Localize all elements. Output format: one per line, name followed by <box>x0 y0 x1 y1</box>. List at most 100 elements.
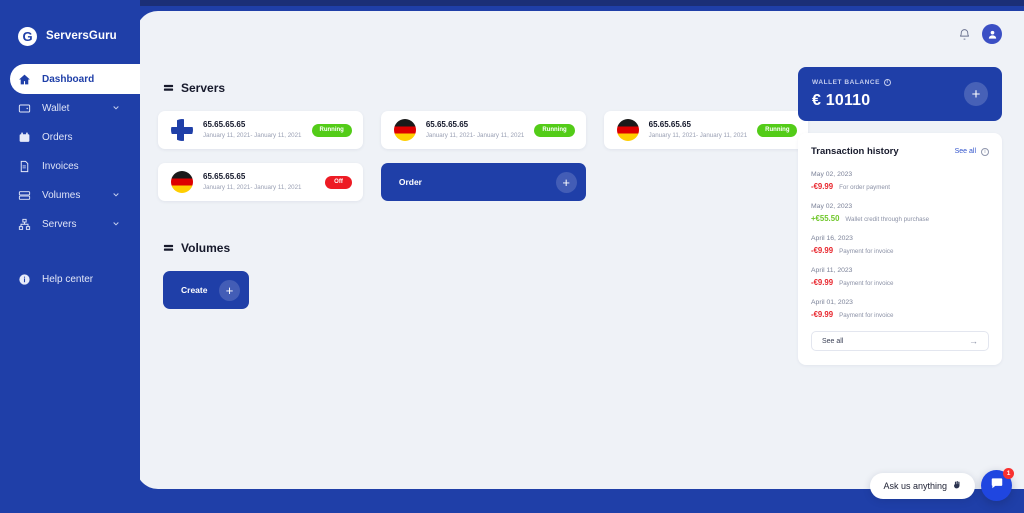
sidebar-item-servers[interactable]: Servers <box>0 210 140 239</box>
flag-germany-icon <box>393 119 416 141</box>
panel-header <box>136 11 1024 57</box>
chat-bubble-icon <box>990 476 1004 495</box>
transaction-item: April 11, 2023 -€9.99 Payment for invoic… <box>811 267 989 287</box>
chat-fab-button[interactable]: 1 <box>981 468 1014 501</box>
transaction-row: -€9.99 Payment for invoice <box>811 278 989 287</box>
wallet-balance-label: WALLET BALANCE <box>812 79 880 86</box>
server-card-text: 65.65.65.65 January 11, 2021- January 11… <box>426 120 525 140</box>
info-icon[interactable]: i <box>884 79 891 86</box>
chevron-down-icon[interactable] <box>112 190 120 201</box>
status-badge: Running <box>311 123 352 137</box>
plus-icon: + <box>219 279 240 301</box>
home-icon <box>18 73 36 86</box>
server-card[interactable]: 65.65.65.65 January 11, 2021- January 11… <box>158 163 363 201</box>
transaction-date: April 16, 2023 <box>811 235 853 242</box>
create-button-wrap: Create + <box>163 271 249 309</box>
sidebar-item-wallet[interactable]: Wallet <box>0 94 140 123</box>
sidebar-item-dashboard[interactable]: Dashboard <box>10 64 140 94</box>
section-label: Servers <box>181 81 226 95</box>
panel-content: Servers 65.65.65.65 January 11, 2021- Ja… <box>136 57 1024 365</box>
sidebar-nav: Dashboard Wallet Orders Invoices Volumes… <box>0 64 140 294</box>
info-icon <box>18 273 36 286</box>
brand-name: ServersGuru <box>46 30 117 42</box>
sidebar-item-volumes[interactable]: Volumes <box>0 181 140 210</box>
transaction-description: Wallet credit through purchase <box>845 216 930 223</box>
flag-germany-icon <box>171 171 193 193</box>
transaction-amount: -€9.99 <box>811 246 834 255</box>
server-ip: 65.65.65.65 <box>203 119 246 129</box>
transaction-description: Payment for invoice <box>839 280 894 287</box>
plus-icon: + <box>555 171 577 193</box>
sidebar: G ServersGuru Dashboard Wallet Orders In… <box>0 0 140 513</box>
user-avatar-icon[interactable] <box>982 24 1002 44</box>
transaction-row: -€9.99 Payment for invoice <box>811 246 989 255</box>
server-card[interactable]: 65.65.65.65 January 11, 2021- January 11… <box>380 111 586 149</box>
sidebar-item-help-center[interactable]: Help center <box>0 265 140 294</box>
create-button-label: Create <box>181 285 208 295</box>
order-button[interactable]: Order + <box>380 163 586 201</box>
transaction-description: For order payment <box>839 184 891 191</box>
flag-germany-icon <box>616 119 639 141</box>
bell-icon[interactable] <box>958 28 971 41</box>
chevron-down-icon[interactable] <box>112 103 120 114</box>
transaction-history-card: Transaction history See all i May 02, 20… <box>798 133 1002 365</box>
sidebar-item-label: Dashboard <box>42 73 95 85</box>
server-dates: January 11, 2021- January 11, 2021 <box>425 131 525 139</box>
flag-finland-icon <box>171 119 193 141</box>
server-card[interactable]: 65.65.65.65 January 11, 2021- January 11… <box>158 111 363 149</box>
status-badge: Off <box>325 175 352 189</box>
status-badge: Running <box>757 123 798 137</box>
top-strip <box>0 0 1024 6</box>
transaction-description: Payment for invoice <box>839 312 894 319</box>
chat-widget: Ask us anything 1 <box>870 468 1014 501</box>
transaction-description: Payment for invoice <box>839 248 894 255</box>
transaction-amount: -€9.99 <box>811 182 834 191</box>
server-dates: January 11, 2021- January 11, 2021 <box>648 131 748 139</box>
transaction-amount: +€55.50 <box>811 214 840 223</box>
wallet-balance-label-row: WALLET BALANCE i <box>812 79 988 86</box>
transaction-amount: -€9.99 <box>811 310 834 319</box>
servers-icon <box>18 218 36 231</box>
transaction-item: May 02, 2023 -€9.99 For order payment <box>811 171 989 191</box>
server-dates: January 11, 2021- January 11, 2021 <box>203 183 302 191</box>
transaction-date: April 11, 2023 <box>811 267 853 274</box>
arrow-right-icon: → <box>969 335 978 346</box>
transaction-row: -€9.99 Payment for invoice <box>811 310 989 319</box>
status-badge: Running <box>534 123 575 137</box>
see-all-link-group[interactable]: See all i <box>955 147 989 156</box>
transaction-item: May 02, 2023 +€55.50 Wallet credit throu… <box>811 203 989 223</box>
chevron-down-icon[interactable] <box>112 219 120 230</box>
see-all-button[interactable]: See all → <box>811 331 989 351</box>
server-card-text: 65.65.65.65 January 11, 2021- January 11… <box>203 172 315 192</box>
server-card[interactable]: 65.65.65.65 January 11, 2021- January 11… <box>603 111 809 149</box>
section-label: Volumes <box>181 241 231 255</box>
see-all-link[interactable]: See all <box>955 148 976 155</box>
servers-section-title: Servers <box>163 81 780 95</box>
stack-icon <box>163 83 174 94</box>
sidebar-item-orders[interactable]: Orders <box>0 123 140 152</box>
transaction-date: April 01, 2023 <box>811 299 853 306</box>
transaction-history-title: Transaction history <box>811 146 899 157</box>
server-ip: 65.65.65.65 <box>648 119 691 129</box>
sidebar-item-label: Volumes <box>42 190 81 201</box>
sidebar-item-invoices[interactable]: Invoices <box>0 152 140 181</box>
nav-divider-gap <box>0 239 140 265</box>
wallet-balance-amount: € 10110 <box>812 92 871 109</box>
volumes-section-title: Volumes <box>163 241 780 255</box>
server-card-text: 65.65.65.65 January 11, 2021- January 11… <box>649 120 748 140</box>
wave-hand-icon <box>952 480 962 492</box>
chat-prompt-bubble[interactable]: Ask us anything <box>870 472 975 499</box>
server-dates: January 11, 2021- January 11, 2021 <box>203 131 302 139</box>
left-column: Servers 65.65.65.65 January 11, 2021- Ja… <box>158 67 809 365</box>
brand[interactable]: G ServersGuru <box>0 0 140 52</box>
wallet-icon <box>18 102 36 115</box>
create-button[interactable]: Create + <box>163 271 249 309</box>
add-funds-button[interactable]: + <box>964 82 988 106</box>
server-cards-grid: 65.65.65.65 January 11, 2021- January 11… <box>158 111 809 201</box>
info-icon[interactable]: i <box>981 147 989 156</box>
transaction-date: May 02, 2023 <box>811 203 853 210</box>
invoice-icon <box>18 160 36 173</box>
chat-prompt-label: Ask us anything <box>883 480 947 491</box>
brand-logo-icon: G <box>18 26 37 46</box>
sidebar-item-label: Help center <box>42 274 94 285</box>
